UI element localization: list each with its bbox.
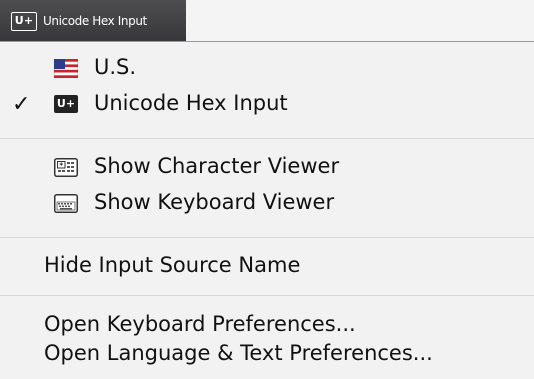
menu-item-hide-input-source-name[interactable]: Hide Input Source Name	[0, 250, 534, 284]
menu-separator	[0, 237, 534, 238]
menu-item-label: Hide Input Source Name	[44, 253, 301, 277]
input-menu-dropdown: U.S. ✓ U+ Unicode Hex Input * Show Chara…	[0, 42, 534, 379]
menu-item-open-language-text-preferences[interactable]: Open Language & Text Preferences...	[0, 338, 534, 372]
us-flag-icon	[53, 58, 79, 79]
character-viewer-icon: *	[54, 158, 78, 177]
menu-item-us[interactable]: U.S.	[0, 52, 534, 86]
menu-item-show-keyboard-viewer[interactable]: Show Keyboard Viewer	[0, 187, 534, 221]
unicode-hex-icon: U+	[54, 95, 78, 114]
input-source-name: Unicode Hex Input	[43, 14, 147, 28]
unicode-hex-icon: U+	[11, 11, 37, 31]
menu-bar: U+ Unicode Hex Input	[0, 0, 534, 42]
menu-item-label: Show Keyboard Viewer	[94, 190, 335, 214]
menu-item-label: Unicode Hex Input	[94, 91, 288, 115]
menu-item-label: U.S.	[94, 55, 137, 79]
menu-separator	[0, 138, 534, 139]
keyboard-viewer-icon	[54, 194, 78, 213]
menu-item-show-character-viewer[interactable]: * Show Character Viewer	[0, 151, 534, 185]
input-menu-extra[interactable]: U+ Unicode Hex Input	[0, 0, 186, 42]
menu-item-unicode-hex-input[interactable]: ✓ U+ Unicode Hex Input	[0, 88, 534, 122]
menu-separator	[0, 295, 534, 296]
unicode-hex-badge: U+	[54, 95, 78, 113]
checkmark-icon: ✓	[12, 92, 31, 117]
menu-item-label: Open Keyboard Preferences...	[44, 312, 356, 336]
menu-item-label: Open Language & Text Preferences...	[44, 341, 433, 365]
svg-text:*: *	[59, 162, 63, 170]
menu-item-label: Show Character Viewer	[94, 154, 340, 178]
